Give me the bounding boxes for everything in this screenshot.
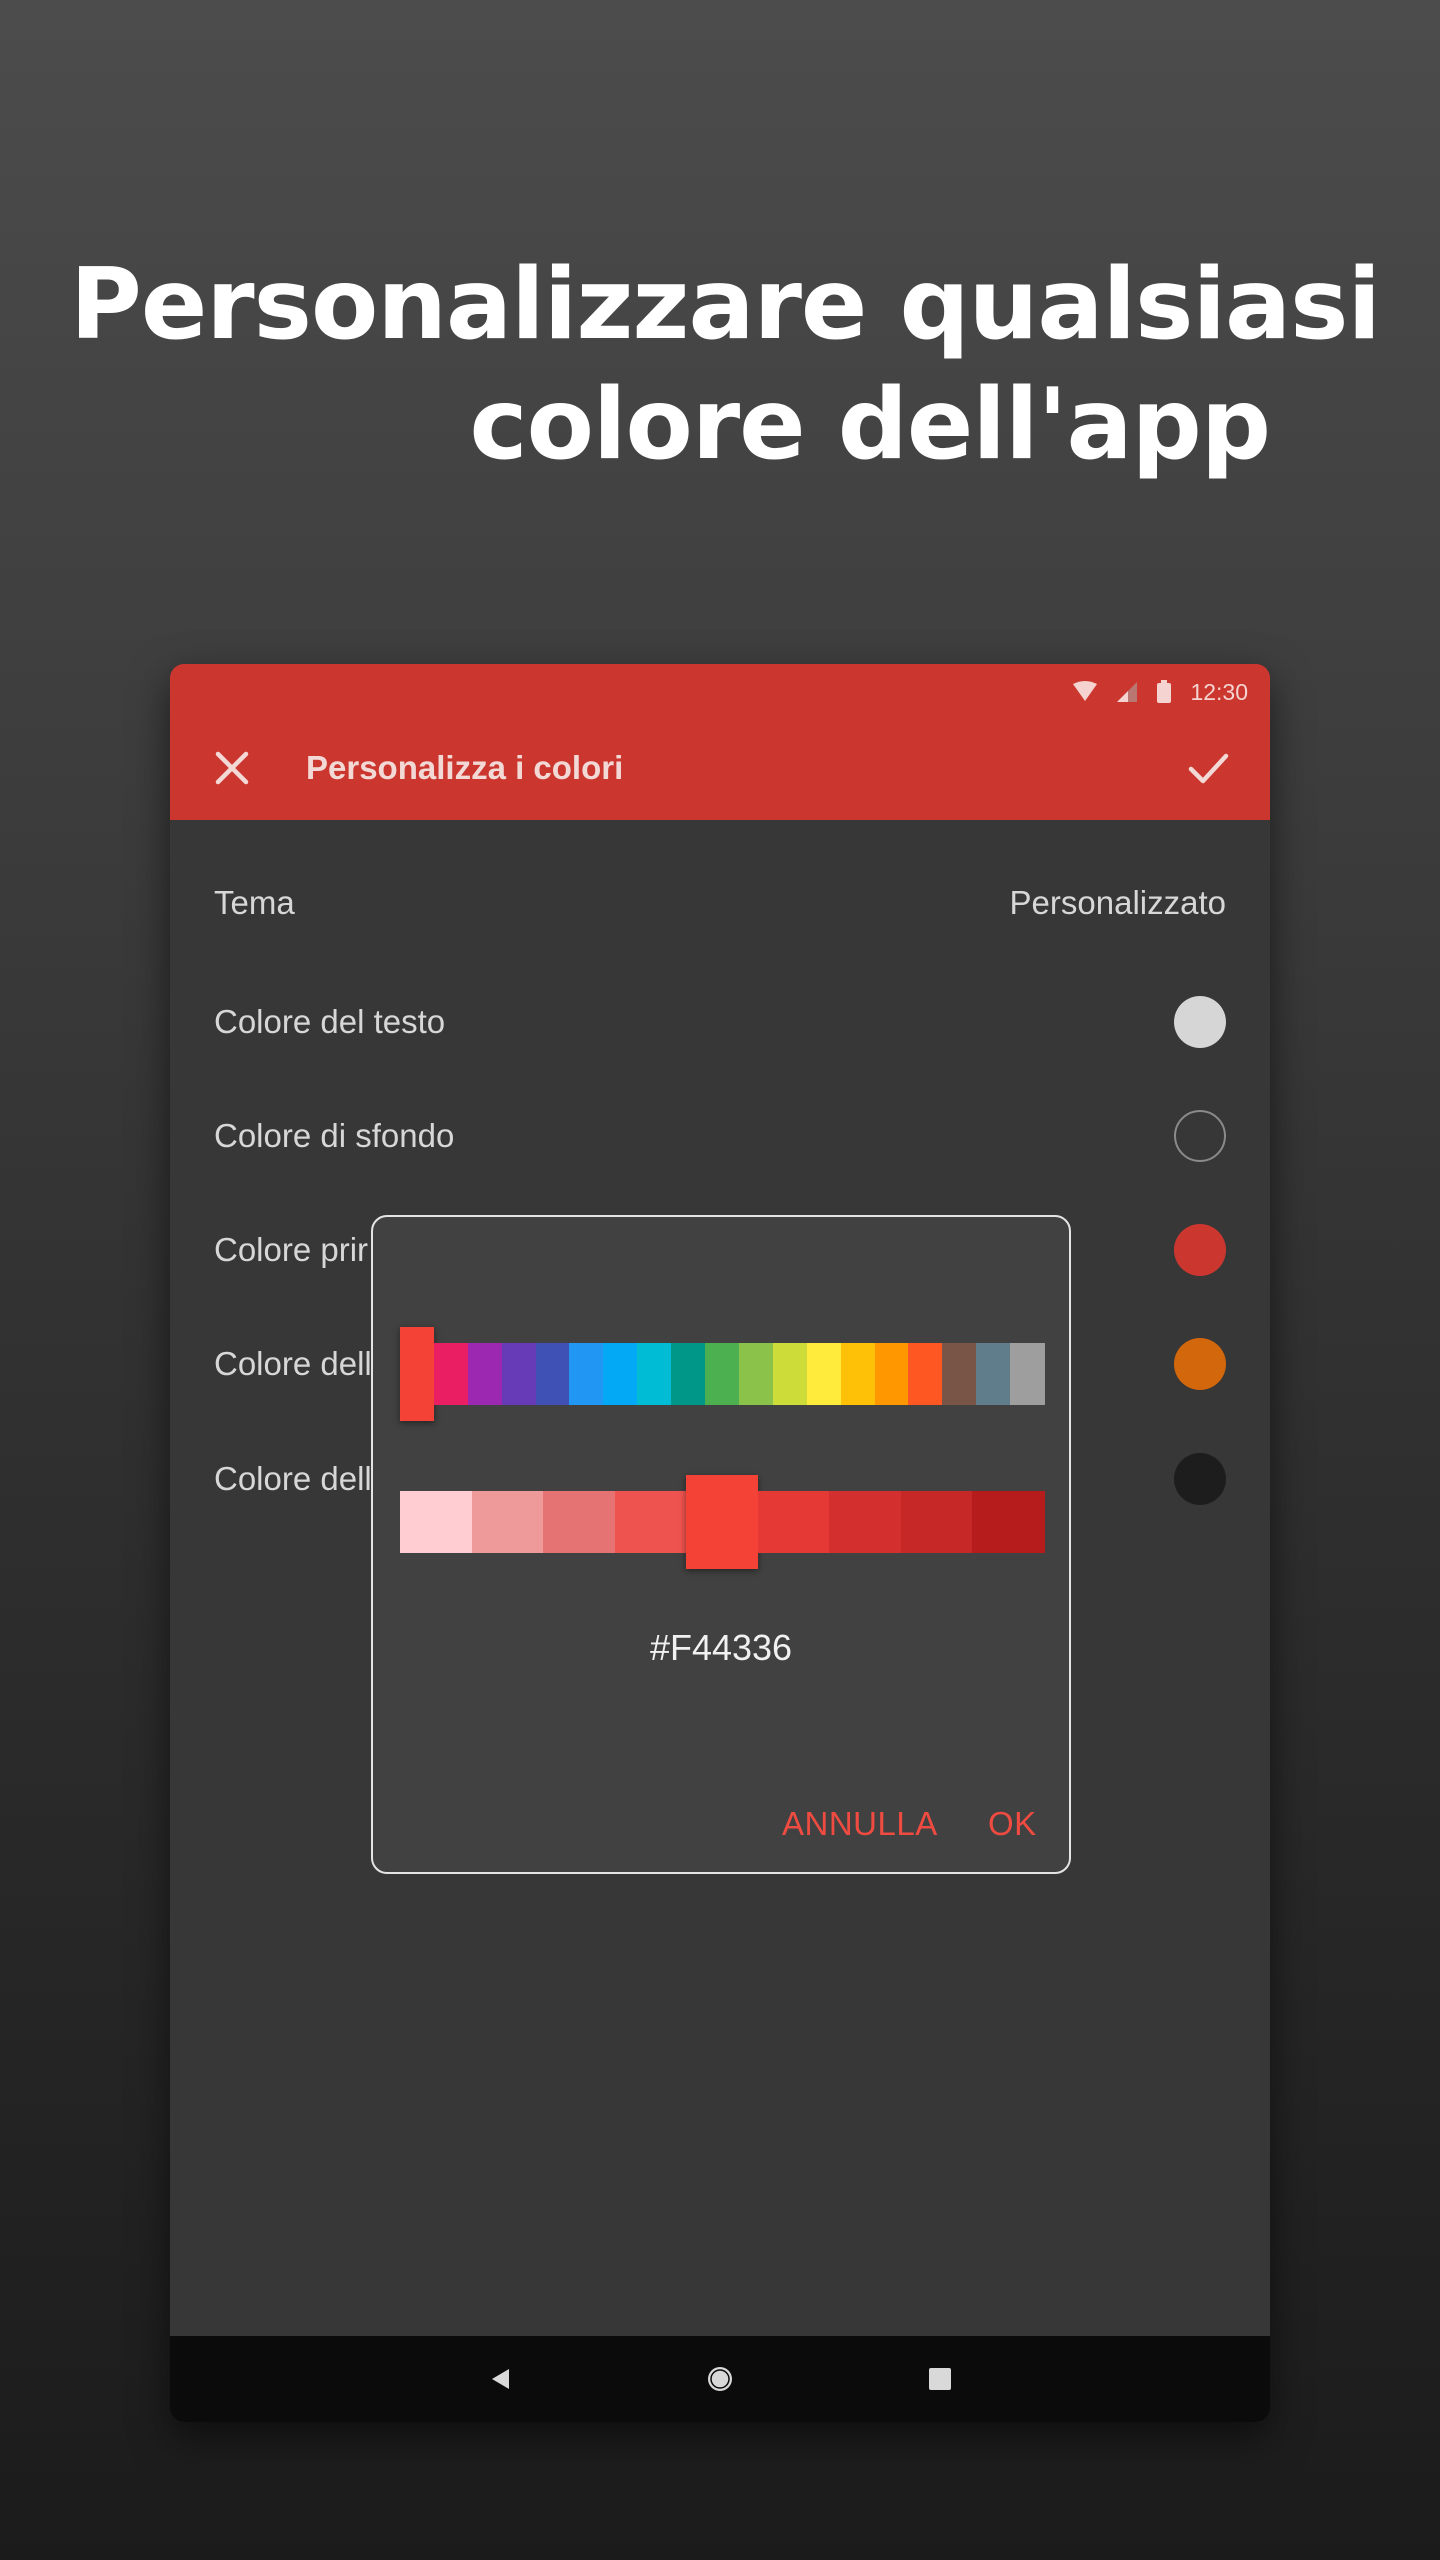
- shade-swatch[interactable]: [829, 1491, 902, 1553]
- color-swatch[interactable]: [1174, 1453, 1226, 1505]
- headline-line-2: colore dell'app: [469, 368, 1272, 482]
- hue-swatch[interactable]: [942, 1343, 977, 1405]
- row-label: Colore del testo: [214, 1003, 446, 1040]
- check-icon[interactable]: [1184, 744, 1232, 792]
- settings-row-text-color[interactable]: Colore del testo: [170, 982, 1270, 1062]
- hue-swatch[interactable]: [705, 1343, 740, 1405]
- navigation-bar: [170, 2336, 1270, 2422]
- row-label: Colore prir: [214, 1231, 369, 1268]
- hue-swatch[interactable]: [1010, 1343, 1045, 1405]
- color-swatch[interactable]: [1174, 1338, 1226, 1390]
- close-icon[interactable]: [208, 744, 256, 792]
- back-icon[interactable]: [481, 2359, 521, 2399]
- hue-swatch[interactable]: [806, 1343, 842, 1405]
- signal-icon: [1117, 682, 1138, 702]
- hue-palette: [400, 1327, 1045, 1421]
- hue-swatch[interactable]: [738, 1343, 774, 1405]
- status-bar: 12:30: [1072, 672, 1248, 712]
- hue-swatch[interactable]: [433, 1343, 469, 1405]
- status-time: 12:30: [1190, 678, 1248, 705]
- hue-swatch[interactable]: [908, 1343, 943, 1405]
- theme-value: Personalizzato: [1009, 884, 1226, 921]
- recents-icon[interactable]: [920, 2359, 960, 2399]
- shade-swatch-selected[interactable]: [686, 1475, 759, 1569]
- hue-swatch[interactable]: [637, 1343, 672, 1405]
- color-swatch[interactable]: [1174, 1224, 1226, 1276]
- settings-row-background-color[interactable]: Colore di sfondo: [170, 1096, 1270, 1176]
- hue-swatch[interactable]: [569, 1343, 604, 1405]
- hue-swatch[interactable]: [772, 1343, 808, 1405]
- hue-swatch[interactable]: [535, 1343, 571, 1405]
- app-bar: 12:30 Personalizza i colori: [170, 664, 1270, 820]
- cancel-button[interactable]: ANNULLA: [782, 1799, 938, 1849]
- hue-swatch[interactable]: [467, 1343, 503, 1405]
- shade-swatch[interactable]: [400, 1491, 473, 1553]
- hue-swatch-selected[interactable]: [400, 1327, 435, 1421]
- shade-palette: [400, 1475, 1045, 1569]
- row-label: Colore dell: [214, 1460, 372, 1497]
- shade-swatch[interactable]: [900, 1491, 974, 1553]
- hue-swatch[interactable]: [501, 1343, 537, 1405]
- row-label: Colore di sfondo: [214, 1117, 455, 1154]
- color-swatch[interactable]: [1174, 996, 1226, 1048]
- headline-line-1: Personalizzare qualsiasi: [70, 248, 1381, 362]
- color-picker-dialog: #F44336 ANNULLA OK: [371, 1215, 1071, 1874]
- settings-row-theme[interactable]: Tema Personalizzato: [170, 863, 1270, 943]
- shade-swatch[interactable]: [543, 1491, 616, 1553]
- row-label: Colore dell: [214, 1345, 372, 1382]
- color-swatch[interactable]: [1174, 1110, 1226, 1162]
- hue-swatch[interactable]: [840, 1343, 876, 1405]
- shade-swatch[interactable]: [972, 1491, 1045, 1553]
- headline: Personalizzare qualsiasi colore dell'app: [70, 245, 1381, 485]
- shade-swatch[interactable]: [757, 1491, 830, 1553]
- shade-swatch[interactable]: [614, 1491, 687, 1553]
- ok-button[interactable]: OK: [988, 1799, 1037, 1849]
- hue-swatch[interactable]: [874, 1343, 909, 1405]
- hue-swatch[interactable]: [976, 1343, 1011, 1405]
- home-icon[interactable]: [700, 2359, 740, 2399]
- hue-swatch[interactable]: [671, 1343, 706, 1405]
- hue-swatch[interactable]: [603, 1343, 638, 1405]
- wifi-icon: [1073, 681, 1098, 701]
- theme-label: Tema: [214, 884, 295, 921]
- shade-swatch[interactable]: [471, 1491, 544, 1553]
- hex-value: #F44336: [649, 1627, 793, 1668]
- app-bar-title: Personalizza i colori: [306, 749, 624, 786]
- battery-icon: [1157, 680, 1172, 703]
